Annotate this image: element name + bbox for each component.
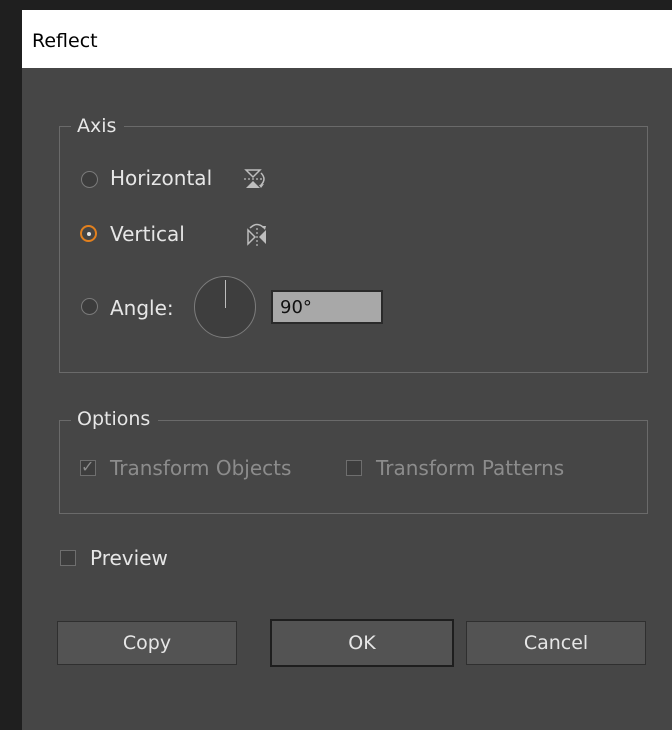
angle-input[interactable] xyxy=(271,290,383,324)
axis-group xyxy=(59,126,648,373)
ok-button[interactable]: OK xyxy=(270,619,454,667)
copy-button[interactable]: Copy xyxy=(57,621,237,665)
vertical-radio[interactable] xyxy=(80,225,97,242)
cancel-button[interactable]: Cancel xyxy=(466,621,646,665)
horizontal-radio[interactable] xyxy=(81,171,98,188)
axis-legend: Axis xyxy=(71,115,125,137)
preview-checkbox[interactable] xyxy=(60,550,76,566)
reflect-horizontal-icon xyxy=(244,169,265,188)
horizontal-label[interactable]: Horizontal xyxy=(110,166,212,190)
title-bar[interactable]: Reflect xyxy=(22,10,672,68)
checkmark-icon: ✓ xyxy=(81,457,95,476)
transform-patterns-checkbox[interactable] xyxy=(346,460,362,476)
reflect-vertical-icon xyxy=(247,223,266,247)
dialog-title: Reflect xyxy=(32,30,98,52)
options-legend: Options xyxy=(71,408,159,430)
vertical-label[interactable]: Vertical xyxy=(110,222,185,246)
angle-radio[interactable] xyxy=(81,298,98,315)
angle-dial[interactable] xyxy=(194,276,256,338)
preview-label[interactable]: Preview xyxy=(90,546,168,570)
transform-objects-label[interactable]: Transform Objects xyxy=(110,456,291,480)
transform-patterns-label[interactable]: Transform Patterns xyxy=(376,456,564,480)
reflect-dialog: Reflect Axis Horizontal Vertical Angle: … xyxy=(22,10,672,730)
angle-dial-hand xyxy=(225,280,226,308)
angle-label[interactable]: Angle: xyxy=(110,296,174,320)
transform-objects-checkbox[interactable]: ✓ xyxy=(80,457,96,476)
